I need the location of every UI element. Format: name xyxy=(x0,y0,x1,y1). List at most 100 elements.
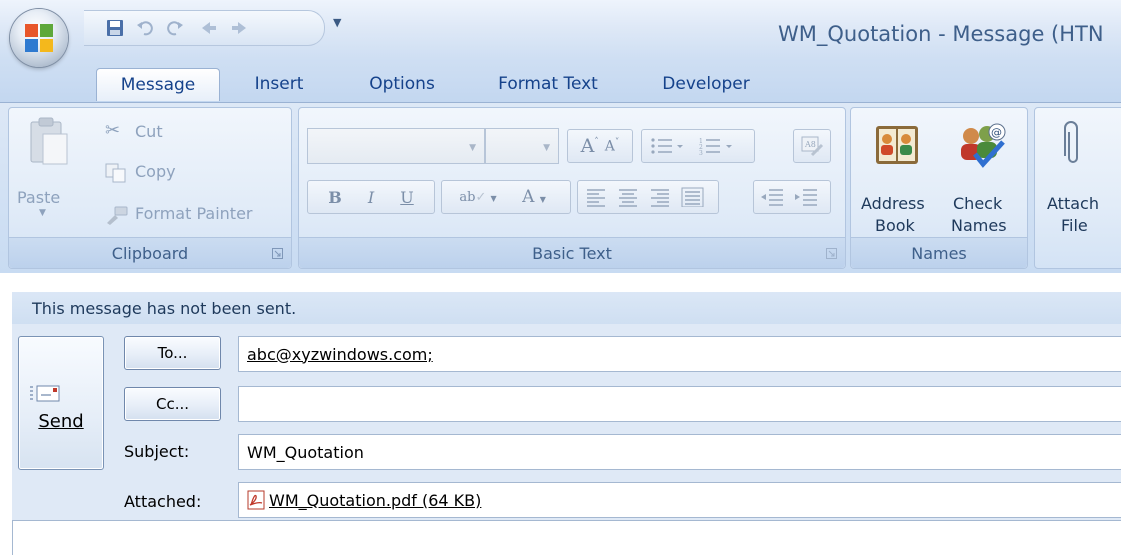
decrease-indent-icon[interactable] xyxy=(761,189,783,206)
subject-label: Subject: xyxy=(124,442,190,461)
next-item-icon[interactable] xyxy=(228,18,250,38)
increase-indent-icon[interactable] xyxy=(795,189,817,206)
basic-text-group-label: Basic Text xyxy=(299,237,845,268)
pdf-file-icon xyxy=(247,490,265,510)
paste-icon xyxy=(30,117,68,165)
previous-item-icon[interactable] xyxy=(198,18,220,38)
paste-dropdown-icon: ▼ xyxy=(39,208,46,218)
format-painter-icon xyxy=(107,206,128,225)
send-button[interactable]: Send xyxy=(18,336,104,470)
grow-shrink-font-group: A˄ A˅ xyxy=(567,129,633,163)
undo-icon[interactable] xyxy=(134,18,156,38)
justify-icon[interactable] xyxy=(681,187,704,207)
clipboard-dialog-launcher-icon[interactable] xyxy=(272,248,283,259)
indent-group xyxy=(753,180,831,214)
font-color-button[interactable]: A ▼ xyxy=(506,187,562,207)
message-body[interactable] xyxy=(12,520,1121,555)
tab-insert[interactable]: Insert xyxy=(236,68,322,100)
svg-text:A8: A8 xyxy=(804,140,816,149)
quick-access-toolbar xyxy=(84,10,325,46)
address-book-button[interactable]: Address Book xyxy=(857,118,937,235)
paste-label: Paste xyxy=(17,188,61,207)
send-icon xyxy=(30,385,60,402)
check-names-label-2: Names xyxy=(951,216,1007,235)
tab-format-text[interactable]: Format Text xyxy=(482,68,614,100)
svg-text:@: @ xyxy=(991,126,1002,139)
align-center-icon[interactable] xyxy=(619,189,637,207)
styles-icon: A8 xyxy=(801,136,824,157)
highlight-icon[interactable]: ab✓ ▼ xyxy=(450,190,506,205)
address-book-icon xyxy=(876,126,918,164)
ribbon-tabs: Message Insert Options Format Text Devel… xyxy=(0,58,1121,102)
cut-button[interactable]: ✂ Cut xyxy=(105,120,225,146)
copy-label: Copy xyxy=(135,162,176,181)
chevron-down-icon: ▼ xyxy=(469,143,476,153)
cc-button[interactable]: Cc... xyxy=(124,387,221,421)
address-book-label-1: Address xyxy=(861,194,925,213)
address-book-label-2: Book xyxy=(875,216,915,235)
paste-button[interactable]: Paste ▼ xyxy=(17,116,77,226)
info-bar: This message has not been sent. xyxy=(12,292,1121,324)
bullets-icon[interactable] xyxy=(651,138,683,154)
list-buttons-group: 123 xyxy=(641,129,755,163)
basic-text-dialog-launcher-icon[interactable] xyxy=(826,248,837,259)
tab-message[interactable]: Message xyxy=(96,68,220,101)
attached-label: Attached: xyxy=(124,492,202,511)
tab-options[interactable]: Options xyxy=(352,68,452,100)
font-size-combo[interactable]: ▼ xyxy=(485,128,559,164)
paperclip-icon xyxy=(1064,121,1078,163)
to-field[interactable]: abc@xyzwindows.com; xyxy=(238,336,1121,372)
copy-icon xyxy=(105,163,126,183)
window-title: WM_Quotation - Message (HTN xyxy=(778,22,1104,46)
bold-italic-underline-group: B I U xyxy=(307,180,435,214)
tab-developer[interactable]: Developer xyxy=(644,68,768,100)
title-bar: ▼ WM_Quotation - Message (HTN xyxy=(0,0,1121,58)
office-button[interactable] xyxy=(10,9,68,67)
clipboard-label: Clipboard xyxy=(111,243,189,263)
shrink-font-button[interactable]: A˅ xyxy=(605,138,620,155)
align-left-icon[interactable] xyxy=(587,189,605,207)
not-sent-message: This message has not been sent. xyxy=(32,298,297,318)
attached-field[interactable]: WM_Quotation.pdf (64 KB) xyxy=(238,482,1121,518)
underline-button[interactable]: U xyxy=(389,188,425,207)
font-name-combo[interactable]: ▼ xyxy=(307,128,485,164)
save-icon[interactable] xyxy=(104,18,126,38)
include-group: Attach File xyxy=(1034,107,1121,269)
format-painter-label: Format Painter xyxy=(135,204,253,223)
highlight-fontcolor-group: ab✓ ▼ A ▼ xyxy=(441,180,571,214)
ribbon: Paste ▼ ✂ Cut Copy Format Painter Clipbo… xyxy=(0,102,1121,273)
check-names-icon: @ xyxy=(961,123,1006,168)
attach-file-button[interactable]: Attach File xyxy=(1039,118,1119,235)
check-names-button[interactable]: @ Check Names xyxy=(943,118,1023,235)
copy-button[interactable]: Copy xyxy=(105,160,225,186)
cc-field[interactable] xyxy=(238,386,1121,422)
grow-font-button[interactable]: A˄ xyxy=(581,135,599,157)
check-names-label-1: Check xyxy=(953,194,1003,213)
styles-button[interactable]: A8 xyxy=(793,129,831,163)
names-group: Address Book @ Check Names Names xyxy=(850,107,1028,269)
alignment-group xyxy=(577,180,719,214)
bold-button[interactable]: B xyxy=(317,188,353,207)
clipboard-group-label: Clipboard xyxy=(9,237,291,268)
names-group-label: Names xyxy=(851,237,1027,268)
office-logo-icon xyxy=(25,24,53,52)
to-button[interactable]: To... xyxy=(124,336,221,370)
scissors-icon: ✂ xyxy=(105,120,121,141)
italic-button[interactable]: I xyxy=(353,188,389,207)
subject-field[interactable]: WM_Quotation xyxy=(238,434,1121,470)
basic-text-group: ▼ ▼ A˄ A˅ 123 A8 B I U ab✓ ▼ A ▼ Basic T… xyxy=(298,107,846,269)
format-painter-button[interactable]: Format Painter xyxy=(105,202,285,228)
attachment-link[interactable]: WM_Quotation.pdf (64 KB) xyxy=(269,491,481,510)
align-right-icon[interactable] xyxy=(651,189,669,207)
customize-toolbar-icon[interactable]: ▼ xyxy=(333,16,341,29)
cut-label: Cut xyxy=(135,122,163,141)
attach-file-label-2: File xyxy=(1061,216,1088,235)
chevron-down-icon: ▼ xyxy=(543,143,550,153)
basic-text-label: Basic Text xyxy=(532,243,612,263)
send-label: Send xyxy=(38,411,84,432)
attach-file-label-1: Attach xyxy=(1047,194,1099,213)
to-value: abc@xyzwindows.com; xyxy=(247,344,433,364)
redo-icon[interactable] xyxy=(164,18,186,38)
names-label: Names xyxy=(911,243,967,263)
numbering-icon[interactable]: 123 xyxy=(699,138,732,156)
